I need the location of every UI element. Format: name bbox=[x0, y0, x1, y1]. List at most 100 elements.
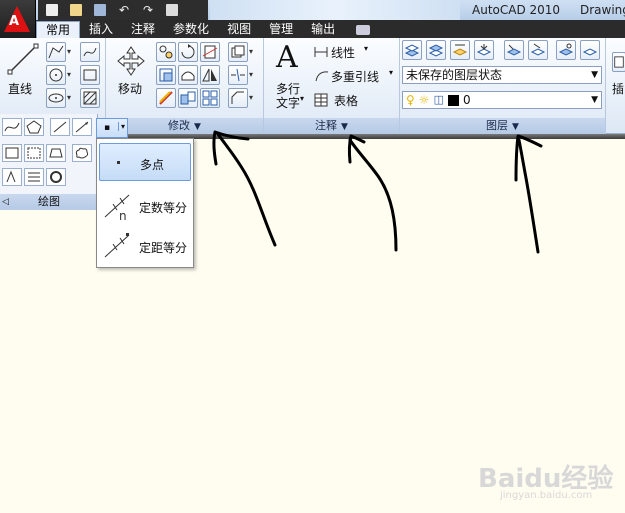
annotate-group: A 多行 文字 ▾ 线性 ▾ 多重引线 ▾ 表格 注释 ▼ bbox=[264, 38, 400, 134]
layer-freeze-icon[interactable] bbox=[528, 40, 548, 60]
draw-panel-expanded: ◁ 绘图 bbox=[0, 114, 98, 210]
linear-dropdown-icon[interactable]: ▾ bbox=[364, 44, 368, 53]
layer-select[interactable]: ♀ ☼ ◫ 0 ▼ bbox=[402, 91, 602, 109]
mleader-icon[interactable] bbox=[314, 69, 330, 83]
unlock-icon: ◫ bbox=[433, 93, 444, 106]
tab-parametric[interactable]: 参数化 bbox=[164, 21, 218, 38]
scale-icon[interactable] bbox=[178, 65, 198, 85]
lightbulb-icon: ♀ bbox=[406, 93, 415, 107]
mleader-dropdown-icon[interactable]: ▾ bbox=[389, 68, 393, 77]
layer-previous-icon[interactable] bbox=[450, 40, 470, 60]
chamfer-icon[interactable] bbox=[228, 88, 248, 108]
mirror-icon[interactable] bbox=[200, 65, 220, 85]
layer-match-icon[interactable] bbox=[426, 40, 446, 60]
trim-icon[interactable] bbox=[200, 42, 220, 62]
menu-item-multiple-points[interactable]: 多点 bbox=[99, 143, 191, 181]
annotate-group-title[interactable]: 注释 ▼ bbox=[264, 118, 399, 134]
circle-icon[interactable] bbox=[46, 65, 66, 85]
tab-output[interactable]: 输出 bbox=[302, 21, 344, 38]
tab-manage[interactable]: 管理 bbox=[260, 21, 302, 38]
erase-dropdown-icon[interactable]: ▾ bbox=[249, 42, 257, 62]
save-icon[interactable] bbox=[90, 2, 110, 18]
layer-color-swatch bbox=[447, 94, 459, 106]
break-icon[interactable] bbox=[228, 65, 248, 85]
break-dropdown-icon[interactable]: ▾ bbox=[249, 65, 257, 85]
point-dropdown-icon[interactable]: ▾ bbox=[118, 122, 125, 131]
layer-state-select[interactable]: 未保存的图层状态 ▼ bbox=[402, 66, 602, 84]
minimize-ribbon-button[interactable] bbox=[356, 25, 371, 35]
layer-off-icon[interactable] bbox=[504, 40, 524, 60]
point-button[interactable]: ▪ ▾ bbox=[96, 118, 128, 138]
stretch-icon[interactable] bbox=[156, 65, 176, 85]
revcloud-icon[interactable] bbox=[72, 144, 92, 162]
linear-dim-label[interactable]: 线性 bbox=[331, 44, 355, 61]
layer-lock-icon[interactable] bbox=[556, 40, 576, 60]
measure-icon bbox=[104, 233, 130, 258]
donut-ring-icon[interactable] bbox=[46, 168, 66, 186]
circle-dropdown-icon[interactable]: ▾ bbox=[67, 65, 75, 85]
linear-dim-icon[interactable] bbox=[314, 45, 328, 59]
layers-group-title[interactable]: 图层 ▼ bbox=[400, 118, 605, 134]
copy-icon[interactable] bbox=[156, 42, 176, 62]
table-label[interactable]: 表格 bbox=[334, 92, 358, 109]
rectangle-icon[interactable] bbox=[80, 65, 100, 85]
redo-icon[interactable]: ↷ bbox=[138, 2, 158, 18]
mleader-label[interactable]: 多重引线 bbox=[331, 68, 379, 85]
arrowhead-annotate bbox=[347, 134, 366, 164]
modify-group-title[interactable]: 修改 ▼ bbox=[106, 118, 263, 134]
ray-icon[interactable] bbox=[50, 118, 70, 136]
application-menu-button[interactable]: A bbox=[0, 0, 36, 38]
title-search-area bbox=[210, 0, 460, 20]
hatch-icon[interactable] bbox=[80, 88, 100, 108]
new-icon[interactable] bbox=[42, 2, 62, 18]
erase-icon[interactable] bbox=[228, 42, 248, 62]
spline-icon[interactable] bbox=[80, 42, 100, 62]
ellipse-icon[interactable] bbox=[46, 88, 66, 108]
draw-panel-title[interactable]: ◁ 绘图 bbox=[0, 194, 98, 210]
spline-icon[interactable] bbox=[2, 118, 22, 136]
baidu-watermark: Baidu经验 jingyan.baidu.com bbox=[478, 458, 618, 502]
tab-annotate[interactable]: 注释 bbox=[122, 21, 164, 38]
layer-unlock-icon[interactable] bbox=[580, 40, 600, 60]
tab-home[interactable]: 常用 bbox=[36, 21, 81, 38]
move-icon[interactable] bbox=[114, 44, 148, 78]
mtext-icon[interactable]: A bbox=[276, 40, 298, 75]
polyline-dropdown-icon[interactable]: ▾ bbox=[67, 42, 75, 62]
chevron-down-icon: ▼ bbox=[512, 122, 519, 132]
array-icon[interactable] bbox=[178, 88, 198, 108]
tab-view[interactable]: 视图 bbox=[218, 21, 260, 38]
boundary-icon[interactable] bbox=[46, 144, 66, 162]
construction-line-icon[interactable] bbox=[72, 118, 92, 136]
fillet-icon[interactable] bbox=[156, 88, 176, 108]
chevron-down-icon: ▼ bbox=[341, 122, 348, 132]
chamfer-dropdown-icon[interactable]: ▾ bbox=[249, 88, 257, 108]
mtext-dropdown-icon[interactable]: ▾ bbox=[300, 94, 304, 103]
table-icon[interactable] bbox=[314, 93, 328, 107]
svg-text:n: n bbox=[119, 209, 127, 221]
tab-insert[interactable]: 插入 bbox=[80, 21, 122, 38]
open-icon[interactable] bbox=[66, 2, 86, 18]
layers-group: 未保存的图层状态 ▼ ♀ ☼ ◫ 0 ▼ 图层 ▼ bbox=[400, 38, 606, 134]
arrowhead-layers bbox=[514, 134, 543, 182]
region-icon[interactable] bbox=[2, 144, 22, 162]
rect-array-icon[interactable] bbox=[200, 88, 220, 108]
layer-properties-icon[interactable] bbox=[402, 40, 422, 60]
menu-item-measure[interactable]: 定距等分 bbox=[99, 227, 191, 265]
donut-icon[interactable] bbox=[2, 168, 22, 186]
rotate-icon[interactable] bbox=[178, 42, 198, 62]
line-icon[interactable] bbox=[6, 42, 40, 76]
helix-icon[interactable] bbox=[24, 168, 44, 186]
ellipse-dropdown-icon[interactable]: ▾ bbox=[67, 88, 75, 108]
mtext-label-2: 文字 bbox=[276, 96, 301, 110]
app-title: AutoCAD 2010 bbox=[472, 3, 561, 17]
wipeout-icon[interactable] bbox=[24, 144, 44, 162]
menu-item-divide[interactable]: n 定数等分 bbox=[99, 187, 191, 225]
plot-icon[interactable] bbox=[162, 2, 182, 18]
sun-icon: ☼ bbox=[418, 93, 430, 107]
undo-icon[interactable]: ↶ bbox=[114, 2, 134, 18]
polyline-icon[interactable] bbox=[46, 42, 66, 62]
polygon-icon[interactable] bbox=[24, 118, 44, 136]
ribbon-tabs: 常用 插入 注释 参数化 视图 管理 输出 bbox=[36, 20, 625, 38]
layer-isolate-icon[interactable] bbox=[474, 40, 494, 60]
insert-block-icon[interactable] bbox=[612, 52, 625, 72]
